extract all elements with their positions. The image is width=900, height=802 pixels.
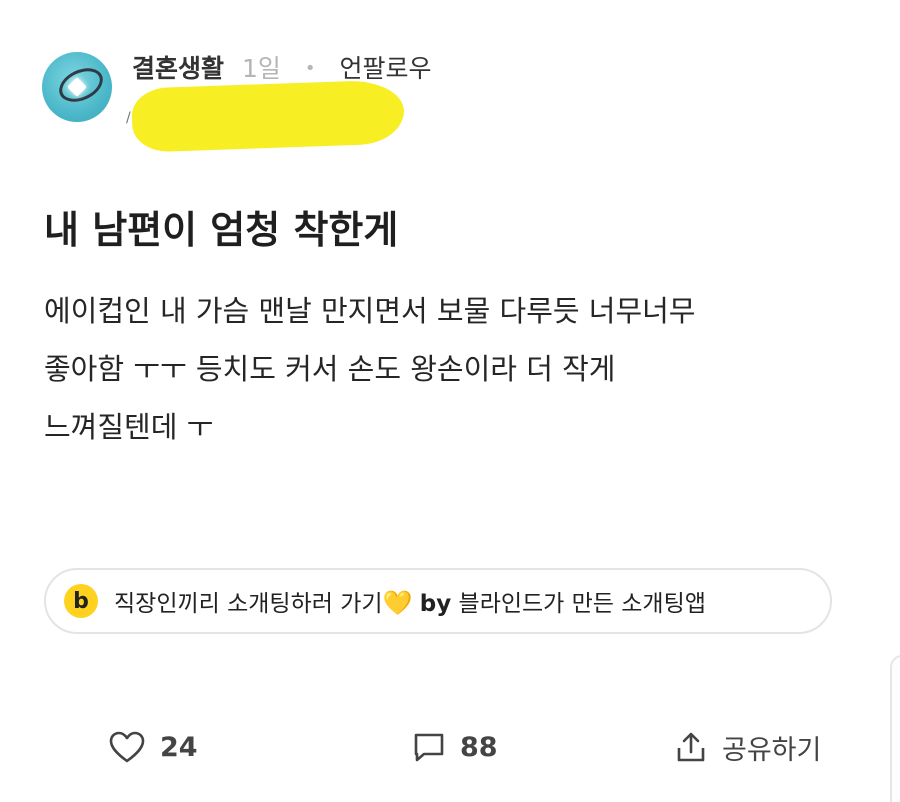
post-header: 결혼생활 1일 • 언팔로우 / xyxy=(42,52,432,153)
board-name[interactable]: 결혼생활 xyxy=(132,54,224,84)
heart-emoji-icon: 💛 xyxy=(382,589,413,617)
post-title: 내 남편이 엄청 착한게 xyxy=(44,208,399,252)
like-button[interactable]: 24 xyxy=(108,722,198,772)
promo-banner[interactable]: b 직장인끼리 소개팅하러 가기💛 by 블라인드가 만든 소개팅앱 xyxy=(44,568,832,634)
redaction-scribble: / xyxy=(126,110,131,126)
share-icon xyxy=(674,730,708,764)
action-bar: 24 88 공유하기 xyxy=(0,722,900,772)
promo-text: 직장인끼리 소개팅하러 가기💛 by 블라인드가 만든 소개팅앱 xyxy=(114,584,706,618)
company-name[interactable]: 언팔로우 xyxy=(340,54,432,84)
like-count: 24 xyxy=(160,731,198,763)
post-page: 결혼생활 1일 • 언팔로우 / 내 남편이 엄청 착한게 에이컵인 내 가슴 … xyxy=(0,0,900,802)
blind-logo-icon: b xyxy=(64,584,98,618)
post-body-line: 느껴질텐데 ㅜ xyxy=(44,410,214,444)
post-body-line: 좋아함 ㅜㅜ 등치도 커서 손도 왕손이라 더 작게 xyxy=(44,352,616,386)
promo-by: by xyxy=(419,591,452,617)
separator-dot: • xyxy=(304,58,316,79)
heart-icon xyxy=(108,730,146,764)
post-body: 에이컵인 내 가슴 맨날 만지면서 보물 다루듯 너무너무 좋아함 ㅜㅜ 등치도… xyxy=(44,282,864,456)
share-button[interactable]: 공유하기 xyxy=(674,722,821,772)
avatar[interactable] xyxy=(42,52,112,122)
post-meta: 결혼생활 1일 • 언팔로우 / xyxy=(126,54,432,153)
comment-icon xyxy=(412,730,446,764)
comment-button[interactable]: 88 xyxy=(412,722,498,772)
side-panel-edge xyxy=(890,655,900,802)
post-body-line: 에이컵인 내 가슴 맨날 만지면서 보물 다루듯 너무너무 xyxy=(44,294,696,328)
promo-main-text: 직장인끼리 소개팅하러 가기 xyxy=(114,591,383,617)
promo-suffix: 블라인드가 만든 소개팅앱 xyxy=(458,591,706,617)
share-label: 공유하기 xyxy=(722,734,822,766)
meta-line: 결혼생활 1일 • 언팔로우 xyxy=(132,54,432,84)
redaction-mark xyxy=(130,79,406,153)
comment-count: 88 xyxy=(460,731,498,763)
post-time: 1일 xyxy=(242,54,281,83)
